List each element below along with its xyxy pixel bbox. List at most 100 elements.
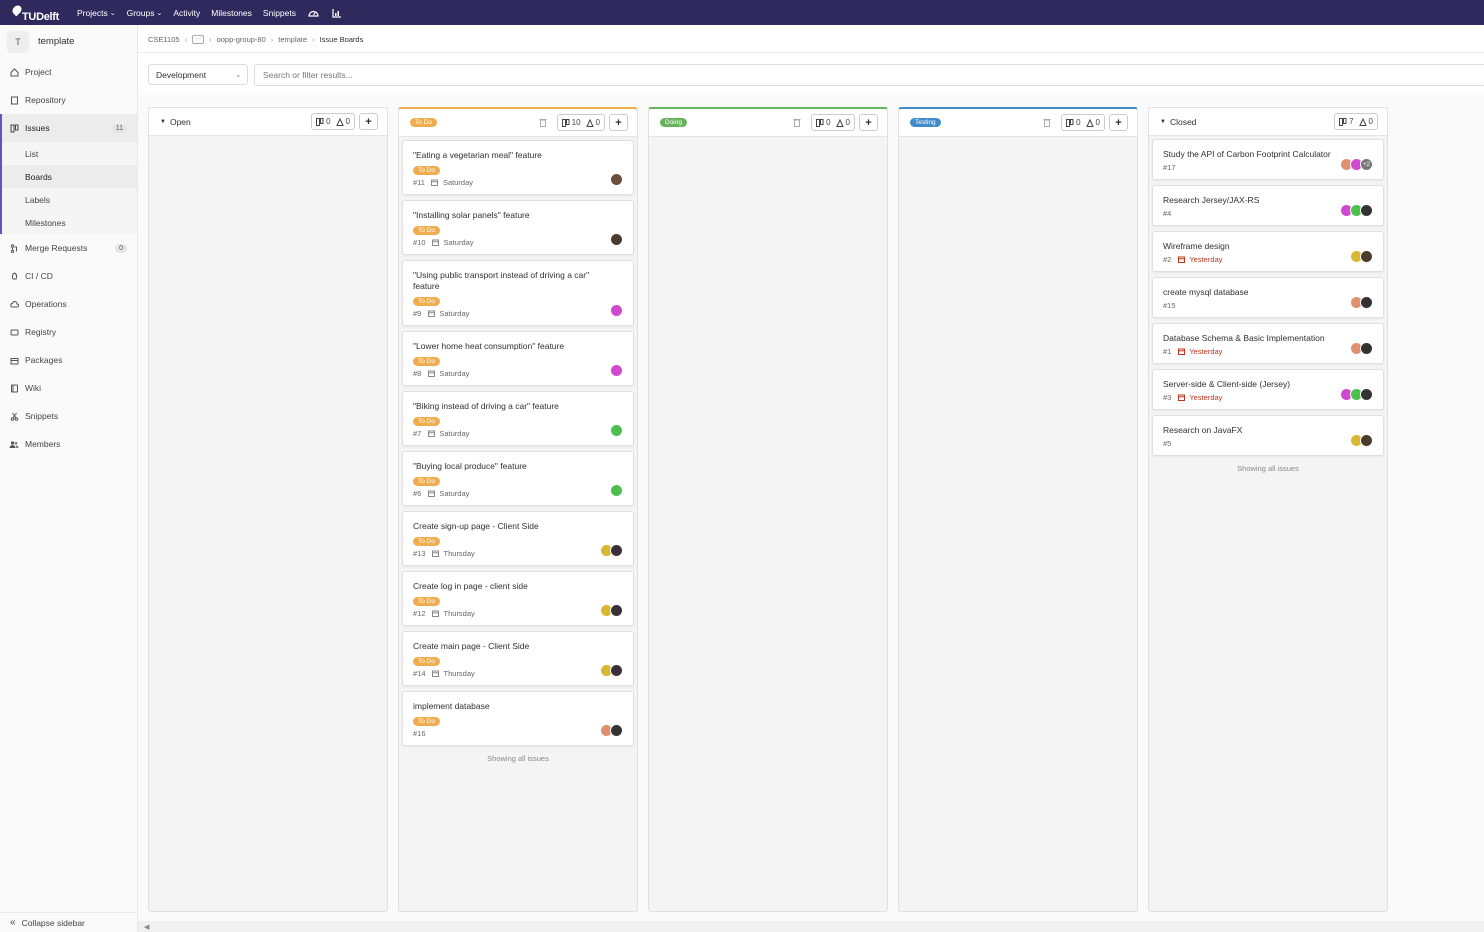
avatar[interactable]	[1360, 250, 1373, 263]
collapse-sidebar-button[interactable]: « Collapse sidebar	[0, 912, 138, 932]
scroll-left-icon[interactable]: ◀	[144, 923, 149, 931]
issue-card[interactable]: "Biking instead of driving a car" featur…	[402, 391, 634, 446]
list-title[interactable]: ▼ Closed	[1160, 117, 1196, 127]
sidebar-item-issues[interactable]: Issues 11	[0, 114, 137, 142]
issue-title[interactable]: "Biking instead of driving a car" featur…	[413, 401, 623, 412]
tudelft-logo[interactable]: TUDelft	[10, 3, 65, 23]
search-input[interactable]	[254, 64, 1484, 86]
issue-label-todo[interactable]: To Do	[413, 226, 440, 235]
issue-title[interactable]: "Lower home heat consumption" feature	[413, 341, 623, 352]
add-issue-button[interactable]: +	[859, 114, 878, 131]
issue-card[interactable]: Create main page - Client Side To Do #14 Th…	[402, 631, 634, 686]
issue-title[interactable]: Wireframe design	[1163, 241, 1373, 252]
more-dots-icon[interactable]: ···	[192, 34, 205, 44]
add-issue-button[interactable]: +	[609, 114, 628, 131]
sidebar-item-wiki[interactable]: Wiki	[0, 374, 137, 402]
issue-title[interactable]: "Buying local produce" feature	[413, 461, 623, 472]
issue-title[interactable]: Server-side & Client-side (Jersey)	[1163, 379, 1373, 390]
issue-title[interactable]: "Eating a vegetarian meal" feature	[413, 150, 623, 161]
nav-projects[interactable]: Projects ⌄	[77, 8, 116, 18]
issue-title[interactable]: Study the API of Carbon Footprint Calcul…	[1163, 149, 1373, 160]
issue-title[interactable]: Create log in page - client side	[413, 581, 623, 592]
avatar[interactable]	[610, 233, 623, 246]
sidebar-item-registry[interactable]: Registry	[0, 318, 137, 346]
avatar[interactable]	[610, 484, 623, 497]
board-switcher-dropdown[interactable]: Development ⌄	[148, 64, 248, 85]
avatar[interactable]	[1360, 388, 1373, 401]
issue-card[interactable]: Server-side & Client-side (Jersey) #3 Yest…	[1152, 369, 1384, 410]
issue-label-todo[interactable]: To Do	[413, 477, 440, 486]
add-issue-button[interactable]: +	[359, 113, 378, 130]
issue-title[interactable]: Research Jersey/JAX-RS	[1163, 195, 1373, 206]
avatar[interactable]	[610, 664, 623, 677]
sidebar-item-cicd[interactable]: CI / CD	[0, 262, 137, 290]
breadcrumb-group[interactable]: CSE1105	[148, 35, 180, 44]
nav-activity[interactable]: Activity	[173, 8, 200, 18]
list-label-pill[interactable]: Doing	[660, 118, 687, 127]
issue-title[interactable]: create mysql database	[1163, 287, 1373, 298]
sidebar-item-members[interactable]: Members	[0, 430, 137, 458]
issue-card[interactable]: "Installing solar panels" feature To Do #1…	[402, 200, 634, 255]
list-label-pill[interactable]: To Do	[410, 118, 437, 127]
sidebar-item-merge-requests[interactable]: Merge Requests 0	[0, 234, 137, 262]
issue-card[interactable]: implement database To Do #16	[402, 691, 634, 746]
issue-card[interactable]: create mysql database #15	[1152, 277, 1384, 318]
issue-card[interactable]: Database Schema & Basic Implementation #1…	[1152, 323, 1384, 364]
issue-label-todo[interactable]: To Do	[413, 417, 440, 426]
issue-title[interactable]: Create main page - Client Side	[413, 641, 623, 652]
sidebar-item-operations[interactable]: Operations	[0, 290, 137, 318]
avatar[interactable]	[610, 544, 623, 557]
breadcrumb-current[interactable]: Issue Boards	[320, 35, 364, 44]
sidebar-item-packages[interactable]: Packages	[0, 346, 137, 374]
avatar[interactable]	[1360, 204, 1373, 217]
issue-card[interactable]: "Buying local produce" feature To Do #6 Sat…	[402, 451, 634, 506]
add-issue-button[interactable]: +	[1109, 114, 1128, 131]
avatar[interactable]	[1360, 342, 1373, 355]
issue-title[interactable]: "Installing solar panels" feature	[413, 210, 623, 221]
issue-title[interactable]: Research on JavaFX	[1163, 425, 1373, 436]
avatar[interactable]	[610, 724, 623, 737]
issue-label-todo[interactable]: To Do	[413, 717, 440, 726]
more-assignees-badge[interactable]: +2	[1360, 158, 1373, 171]
avatar[interactable]	[610, 173, 623, 186]
issue-card[interactable]: Study the API of Carbon Footprint Calcul…	[1152, 139, 1384, 180]
issue-card[interactable]: "Using public transport instead of drivi…	[402, 260, 634, 326]
issue-title[interactable]: Create sign-up page - Client Side	[413, 521, 623, 532]
issue-card[interactable]: "Eating a vegetarian meal" feature To Do #…	[402, 140, 634, 195]
issue-label-todo[interactable]: To Do	[413, 166, 440, 175]
dashboard-icon[interactable]	[308, 8, 319, 18]
breadcrumb-project[interactable]: template	[278, 35, 307, 44]
issue-card[interactable]: "Lower home heat consumption" feature To …	[402, 331, 634, 386]
avatar[interactable]	[1360, 434, 1373, 447]
breadcrumb-subgroup[interactable]: oopp-group-80	[217, 35, 266, 44]
sidebar-sub-milestones[interactable]: Milestones	[2, 211, 137, 234]
nav-snippets[interactable]: Snippets	[263, 8, 296, 18]
nav-groups[interactable]: Groups ⌄	[127, 8, 163, 18]
sidebar-project-header[interactable]: T template	[0, 25, 137, 58]
horizontal-scrollbar[interactable]: ◀	[138, 921, 1484, 932]
avatar[interactable]	[610, 364, 623, 377]
trash-icon[interactable]	[538, 118, 548, 128]
issue-card[interactable]: Create log in page - client side To Do #12…	[402, 571, 634, 626]
issue-label-todo[interactable]: To Do	[413, 597, 440, 606]
issue-title[interactable]: Database Schema & Basic Implementation	[1163, 333, 1373, 344]
avatar[interactable]	[1360, 296, 1373, 309]
issue-title[interactable]: implement database	[413, 701, 623, 712]
sidebar-item-repository[interactable]: Repository	[0, 86, 137, 114]
issue-card[interactable]: Research on JavaFX #5	[1152, 415, 1384, 456]
issue-title[interactable]: "Using public transport instead of drivi…	[413, 270, 623, 292]
issue-card[interactable]: Wireframe design #2 Yesterday	[1152, 231, 1384, 272]
issue-label-todo[interactable]: To Do	[413, 657, 440, 666]
avatar[interactable]	[610, 304, 623, 317]
sidebar-item-project[interactable]: Project	[0, 58, 137, 86]
issue-card[interactable]: Research Jersey/JAX-RS #4	[1152, 185, 1384, 226]
issue-label-todo[interactable]: To Do	[413, 297, 440, 306]
issue-label-todo[interactable]: To Do	[413, 357, 440, 366]
issue-card[interactable]: Create sign-up page - Client Side To Do #1…	[402, 511, 634, 566]
trash-icon[interactable]	[792, 118, 802, 128]
trash-icon[interactable]	[1042, 118, 1052, 128]
issue-label-todo[interactable]: To Do	[413, 537, 440, 546]
avatar[interactable]	[610, 604, 623, 617]
sidebar-item-snippets[interactable]: Snippets	[0, 402, 137, 430]
list-label-pill[interactable]: Testing	[910, 118, 941, 127]
